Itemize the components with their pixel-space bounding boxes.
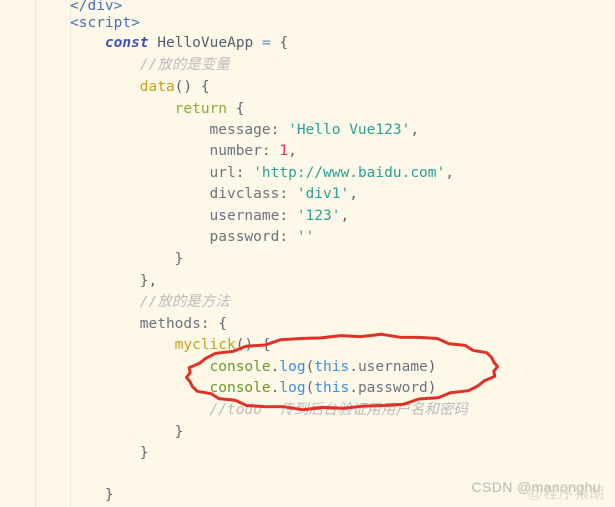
code-token-punct: :	[261, 143, 280, 159]
code-line[interactable]: //todo 传到后台验证用用户名和密码	[0, 400, 468, 420]
code-token-num: 1	[279, 143, 289, 159]
code-token-punct: :	[279, 229, 297, 245]
code-token-punct: }	[174, 424, 184, 440]
code-token-punct: ,	[410, 122, 420, 138]
code-line[interactable]: data() {	[0, 77, 210, 97]
code-line[interactable]: console.log(this.username)	[0, 357, 437, 377]
code-token-punct: {	[227, 101, 245, 117]
code-line[interactable]: console.log(this.password)	[0, 378, 437, 398]
code-token-meth: log	[279, 359, 306, 375]
code-line[interactable]: return {	[0, 99, 245, 119]
code-token-punct: },	[139, 273, 158, 289]
code-line[interactable]: number: 1,	[0, 141, 297, 161]
code-line[interactable]: const HelloVueApp = {	[0, 33, 288, 53]
code-screenshot: </div> <script> const HelloVueApp = { //放的是…	[0, 0, 615, 507]
code-token-prop: password	[209, 229, 280, 245]
code-token-punct: }	[174, 251, 184, 267]
code-token-punct: .	[349, 359, 358, 375]
code-token-prop: password	[357, 380, 428, 396]
code-token-punct: ,	[340, 208, 350, 224]
code-line[interactable]: }	[0, 443, 149, 463]
code-token-prop: divclass	[209, 186, 280, 202]
code-line[interactable]: }	[0, 422, 184, 442]
code-token-prop: methods	[139, 316, 201, 332]
code-line[interactable]: message: 'Hello Vue123',	[0, 120, 420, 140]
code-token-punct: .	[349, 380, 358, 396]
code-token-comment: //放的是方法	[139, 294, 230, 310]
code-token-punct: :	[235, 165, 254, 181]
code-line[interactable]: password: ''	[0, 227, 315, 247]
code-token-prop: username	[209, 208, 280, 224]
code-line[interactable]: url: 'http://www.baidu.com',	[0, 163, 454, 183]
code-token-punct: )	[427, 359, 437, 375]
code-token-prop: number	[209, 143, 262, 159]
code-token-meth: log	[279, 380, 306, 396]
code-token-comment: //todo 传到后台验证用用户名和密码	[209, 402, 468, 418]
code-token-punct: :	[270, 122, 289, 138]
code-line[interactable]: username: '123',	[0, 206, 350, 226]
code-token-punct: )	[427, 380, 437, 396]
code-token-kw: const	[104, 35, 149, 51]
code-token-tag: </div>	[70, 0, 123, 14]
code-token-punct: {	[270, 35, 289, 51]
code-token-punct: ,	[288, 143, 297, 159]
code-token-punct: :	[279, 186, 297, 202]
code-token-tag: <script>	[70, 15, 140, 31]
code-line[interactable]: myclick() {	[0, 335, 271, 355]
code-line[interactable]: methods: {	[0, 314, 227, 334]
code-token-prop: message	[209, 122, 271, 138]
code-token-str: 'div1'	[296, 186, 350, 202]
code-token-obj: console	[209, 359, 271, 375]
code-line[interactable]: //放的是变量	[0, 55, 230, 75]
code-token-punct: ,	[349, 186, 358, 202]
code-token-id: HelloVueApp	[148, 35, 263, 51]
code-token-punct: }	[139, 445, 149, 461]
code-token-punct: :	[279, 208, 297, 224]
code-token-fn: myclick	[174, 337, 236, 353]
code-token-fn: data	[139, 79, 175, 95]
code-token-this: this	[314, 359, 350, 375]
code-editor-content[interactable]: </div> <script> const HelloVueApp = { //放的是…	[0, 0, 615, 507]
code-line[interactable]: }	[0, 249, 184, 269]
code-token-punct: (	[305, 380, 315, 396]
code-token-punct: ,	[445, 165, 454, 181]
code-token-str: 'http://www.baidu.com'	[253, 165, 446, 181]
code-token-comment: //放的是变量	[139, 57, 230, 73]
code-token-this: this	[314, 380, 350, 396]
code-token-str: 'Hello Vue123'	[288, 122, 411, 138]
code-token-str: '123'	[296, 208, 341, 224]
code-token-prop: url	[209, 165, 236, 181]
code-token-punct: }	[104, 487, 114, 503]
watermark: CSDN @manonghu @程序猿胡	[471, 479, 604, 502]
watermark-ghost-text: @程序猿胡	[527, 485, 605, 502]
code-token-obj: console	[209, 380, 271, 396]
code-token-prop: username	[357, 359, 428, 375]
code-token-punct: (	[305, 359, 315, 375]
code-token-punct: () {	[235, 337, 271, 353]
code-token-str: ''	[296, 229, 315, 245]
code-line[interactable]: //放的是方法	[0, 292, 230, 312]
code-token-punct: : {	[200, 316, 228, 332]
code-line[interactable]: <script>	[0, 13, 140, 33]
code-line[interactable]: },	[0, 271, 157, 291]
code-token-punct: () {	[174, 79, 210, 95]
code-line[interactable]: divclass: 'div1',	[0, 184, 358, 204]
code-line[interactable]: }	[0, 485, 114, 505]
code-token-op: =	[262, 35, 271, 51]
code-token-ret: return	[174, 101, 228, 117]
